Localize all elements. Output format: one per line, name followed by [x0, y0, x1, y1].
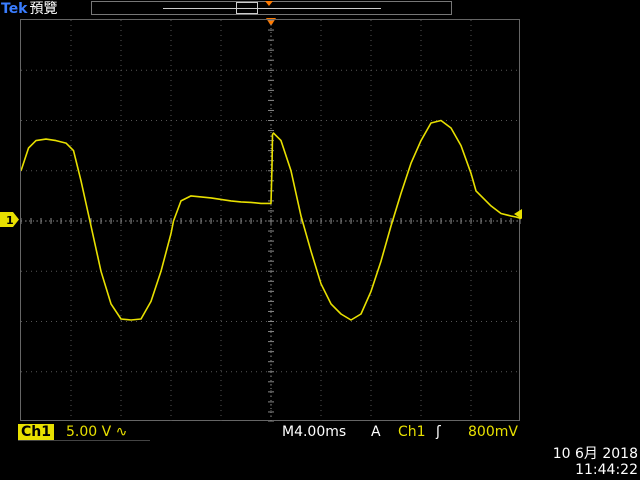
trigger-source: Ch1 — [398, 424, 426, 440]
date-label: 10 6月 2018 — [552, 446, 638, 462]
timebase-readout[interactable]: M4.00ms — [282, 424, 346, 440]
record-trigger-icon — [265, 1, 273, 6]
ch1-ground-label: 1 — [6, 214, 14, 227]
status-bar: Tek 預覽 — [0, 0, 640, 18]
brand-logo: Tek — [1, 1, 28, 17]
ch1-badge[interactable]: Ch1 — [18, 424, 54, 440]
ch1-waveform-trace — [21, 119, 521, 321]
trigger-level-icon[interactable] — [512, 209, 522, 219]
time-label: 11:44:22 — [575, 462, 638, 478]
trigger-mode: A — [371, 424, 381, 440]
brand-header: Tek 預覽 — [1, 0, 58, 18]
acquisition-mode: 預覽 — [29, 1, 58, 17]
record-line — [163, 8, 381, 9]
coupling-icon: ∿ — [115, 424, 128, 440]
ch1-series-line — [21, 119, 521, 321]
datetime-readout: 10 6月 2018 11:44:22 — [540, 446, 638, 478]
ch1-volts-per-div: 5.00 V ∿ — [66, 424, 127, 440]
trigger-level-readout[interactable]: 800mV — [468, 424, 518, 440]
waveform-display[interactable] — [20, 19, 521, 422]
ch1-underline — [18, 440, 150, 441]
record-window-indicator — [236, 2, 258, 14]
ch1-ground-level-icon[interactable]: 1 — [0, 212, 20, 227]
rising-edge-icon: ʃ — [436, 424, 441, 440]
ch1-volts-value: 5.00 V — [66, 424, 112, 440]
